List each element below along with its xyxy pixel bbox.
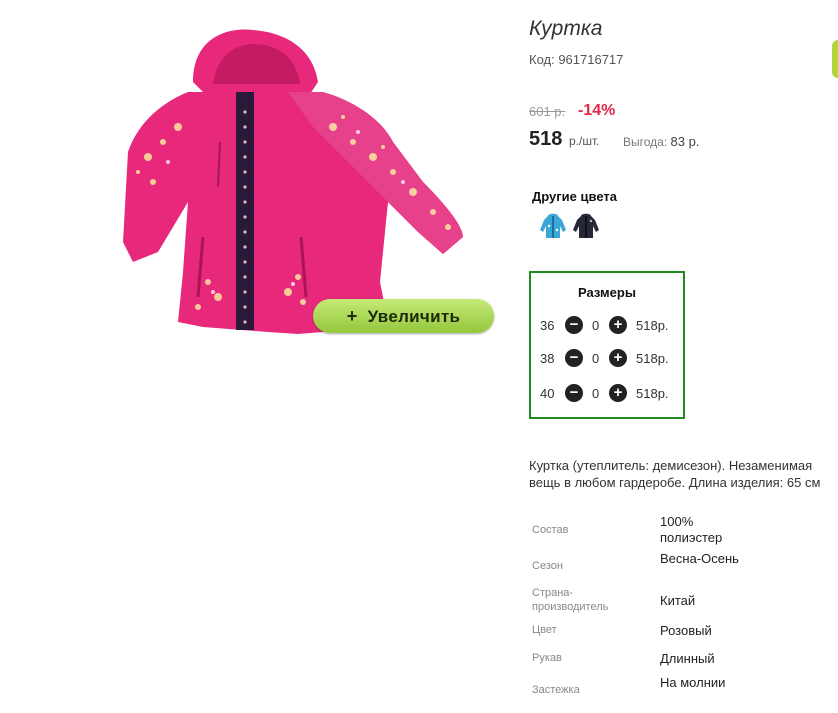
zoom-label: Увеличить	[367, 307, 461, 326]
plus-icon[interactable]: +	[609, 349, 627, 367]
attr-label: Страна-производитель	[532, 587, 609, 613]
attr-label: Состав	[532, 524, 569, 536]
size-value: 40	[540, 386, 555, 401]
attr-value: На молнии	[660, 675, 726, 690]
product-description: Куртка (утеплитель: демисезон). Незамени…	[529, 457, 838, 491]
sizes-title: Размеры	[578, 285, 636, 300]
size-row: 40 − 0 + 518р.	[531, 384, 683, 404]
attr-label: Цвет	[532, 624, 557, 636]
attr-label: Рукав	[532, 652, 562, 664]
attr-value: Китай	[660, 593, 696, 608]
size-value: 38	[540, 351, 555, 366]
product-title: Куртка	[529, 17, 603, 40]
zoom-button[interactable]: + Увеличить	[313, 299, 494, 333]
saving: Выгода: 83 р.	[623, 134, 699, 149]
size-row: 36 − 0 + 518р.	[531, 316, 683, 336]
description-line: Куртка (утеплитель: демисезон). Незамени…	[529, 458, 813, 473]
attr-label: Сезон	[532, 560, 563, 572]
minus-icon[interactable]: −	[565, 316, 583, 334]
attr-value: Длинный	[660, 651, 715, 666]
product-image[interactable]	[118, 22, 473, 340]
size-price: 518р.	[636, 318, 669, 333]
description-line: вещь в любом гардеробе. Длина изделия: 6…	[529, 475, 821, 490]
color-swatch-blue[interactable]	[538, 212, 568, 240]
quantity-value: 0	[592, 351, 600, 366]
old-price: 601 р.	[529, 104, 566, 119]
side-tab[interactable]	[832, 40, 838, 78]
size-value: 36	[540, 318, 555, 333]
minus-icon[interactable]: −	[565, 384, 583, 402]
plus-icon: +	[346, 306, 358, 326]
price-unit: р./шт.	[569, 134, 600, 148]
plus-icon[interactable]: +	[609, 316, 627, 334]
other-colors-title: Другие цвета	[532, 189, 617, 204]
quantity-value: 0	[592, 318, 600, 333]
attr-value: Весна-Осень	[660, 551, 739, 566]
quantity-value: 0	[592, 386, 600, 401]
discount-badge: -14%	[578, 102, 616, 119]
current-price: 518	[529, 128, 563, 150]
color-swatch-navy[interactable]	[571, 212, 601, 240]
attr-value: 100% полиэстер	[660, 514, 723, 545]
sizes-panel: Размеры 36 − 0 + 518р. 38 − 0 + 518р. 40…	[529, 271, 685, 419]
product-code: Код: 961716717	[529, 52, 624, 67]
saving-label: Выгода:	[623, 135, 668, 149]
minus-icon[interactable]: −	[565, 349, 583, 367]
size-price: 518р.	[636, 351, 669, 366]
attr-label: Застежка	[532, 684, 580, 696]
plus-icon[interactable]: +	[609, 384, 627, 402]
saving-value: 83 р.	[670, 134, 700, 149]
size-row: 38 − 0 + 518р.	[531, 349, 683, 369]
attr-value: Розовый	[660, 623, 712, 638]
size-price: 518р.	[636, 386, 669, 401]
